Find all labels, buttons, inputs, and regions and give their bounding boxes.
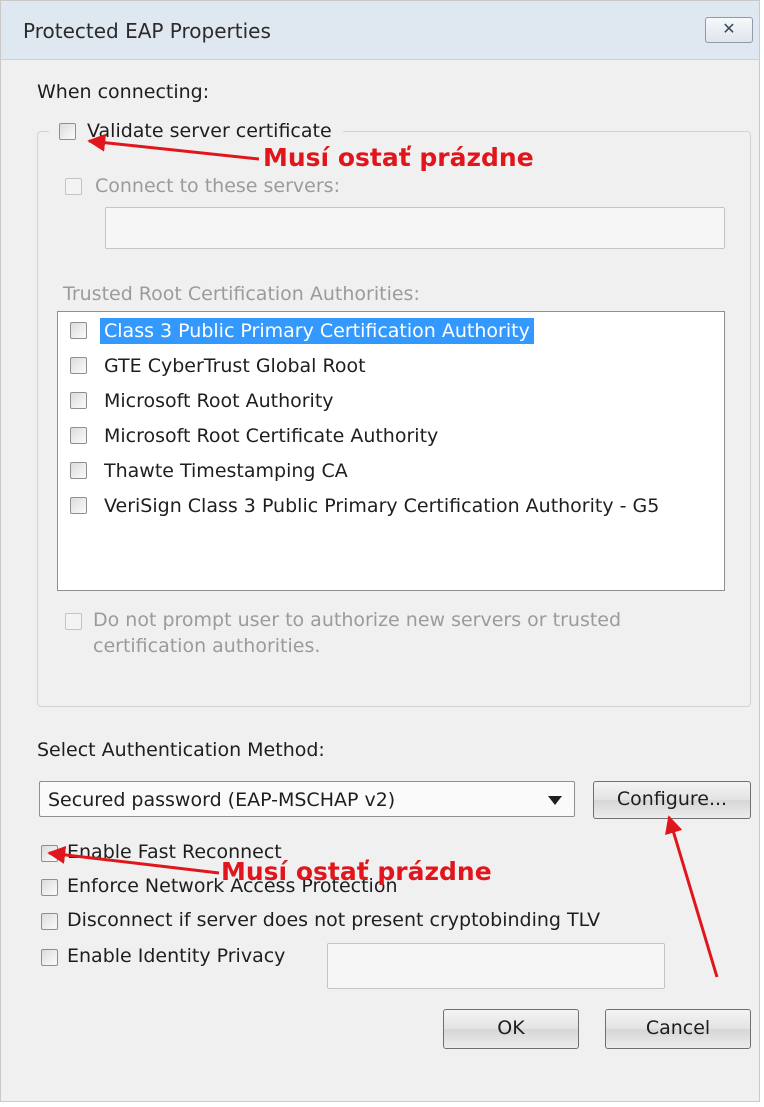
annotation-arrows <box>47 133 719 978</box>
annotation-arrow-2 <box>47 845 220 875</box>
protected-eap-properties-dialog: Protected EAP Properties ✕ When connecti… <box>0 0 760 1102</box>
annotation-arrow-1 <box>87 133 260 161</box>
annotation-arrow-3 <box>665 815 719 978</box>
